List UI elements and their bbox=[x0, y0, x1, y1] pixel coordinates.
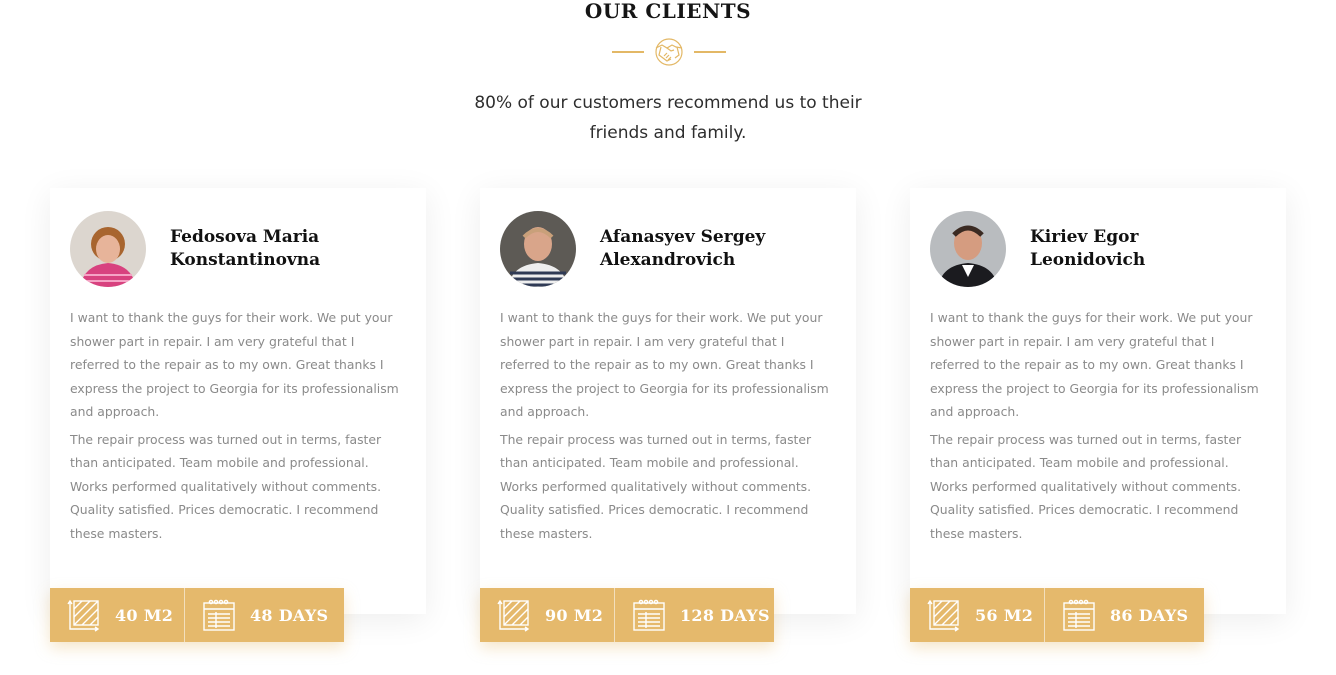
days-value: 48 DAYS bbox=[250, 605, 329, 625]
client-name: Fedosova Maria Konstantinovna bbox=[170, 227, 321, 270]
area-stat: 56 M2 bbox=[910, 588, 1045, 642]
review-paragraph: The repair process was turned out in ter… bbox=[70, 431, 382, 541]
avatar bbox=[70, 211, 146, 287]
review-paragraph: The repair process was turned out in ter… bbox=[930, 431, 1242, 541]
area-icon bbox=[927, 599, 960, 632]
review-text: I want to thank the guys for their work.… bbox=[70, 306, 400, 545]
review-paragraph: The repair process was turned out in ter… bbox=[500, 431, 812, 541]
review-paragraph: I want to thank the guys for their work.… bbox=[930, 310, 1259, 419]
avatar bbox=[500, 211, 576, 287]
area-value: 40 M2 bbox=[115, 605, 174, 625]
client-name: Kiriev Egor Leonidovich bbox=[1030, 227, 1146, 270]
testimonial-card: Kiriev Egor Leonidovich I want to thank … bbox=[910, 188, 1286, 642]
days-stat: 86 DAYS bbox=[1045, 588, 1204, 642]
review-paragraph: I want to thank the guys for their work.… bbox=[70, 310, 399, 419]
divider-line-right bbox=[694, 51, 726, 53]
project-stats: 90 M2 128 DAYS bbox=[480, 588, 774, 642]
section-title: OUR CLIENTS bbox=[584, 0, 752, 23]
area-stat: 90 M2 bbox=[480, 588, 615, 642]
area-value: 90 M2 bbox=[545, 605, 604, 625]
area-icon bbox=[67, 599, 100, 632]
avatar bbox=[930, 211, 1006, 287]
divider-line-left bbox=[612, 51, 644, 53]
calendar-icon bbox=[203, 599, 235, 631]
days-stat: 128 DAYS bbox=[615, 588, 774, 642]
review-paragraph: I want to thank the guys for their work.… bbox=[500, 310, 829, 419]
client-name: Afanasyev Sergey Alexandrovich bbox=[600, 227, 766, 270]
days-value: 86 DAYS bbox=[1110, 605, 1189, 625]
review-text: I want to thank the guys for their work.… bbox=[500, 306, 830, 545]
area-value: 56 M2 bbox=[975, 605, 1034, 625]
project-stats: 40 M2 48 DAYS bbox=[50, 588, 344, 642]
testimonial-card: Fedosova Maria Konstantinovna I want to … bbox=[50, 188, 426, 642]
calendar-icon bbox=[633, 599, 665, 631]
area-icon bbox=[497, 599, 530, 632]
days-value: 128 DAYS bbox=[680, 605, 770, 625]
testimonial-card: Afanasyev Sergey Alexandrovich I want to… bbox=[480, 188, 856, 642]
days-stat: 48 DAYS bbox=[185, 588, 344, 642]
handshake-icon bbox=[655, 38, 683, 66]
project-stats: 56 M2 86 DAYS bbox=[910, 588, 1204, 642]
calendar-icon bbox=[1063, 599, 1095, 631]
title-divider bbox=[612, 36, 726, 68]
section-subtitle: 80% of our customers recommend us to the… bbox=[474, 93, 862, 143]
review-text: I want to thank the guys for their work.… bbox=[930, 306, 1260, 545]
area-stat: 40 M2 bbox=[50, 588, 185, 642]
